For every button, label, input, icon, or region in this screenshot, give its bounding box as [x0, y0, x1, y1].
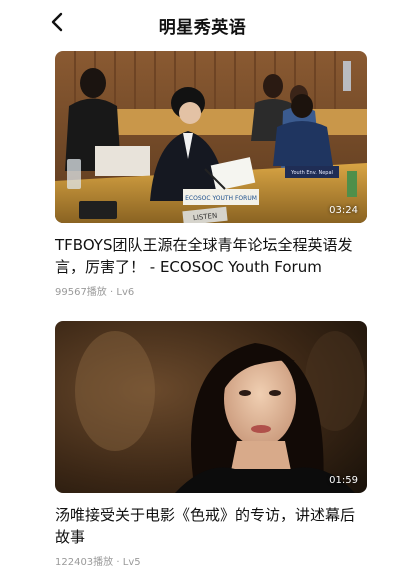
- view-count: 99567播放: [55, 287, 107, 298]
- video-title[interactable]: TFBOYS团队王源在全球青年论坛全程英语发言，厉害了！ - ECOSOC Yo…: [55, 234, 367, 278]
- video-meta: 99567播放 · Lv6: [55, 283, 367, 298]
- video-meta: 122403播放 · Lv5: [55, 553, 367, 568]
- uploader-level: Lv5: [122, 557, 141, 568]
- video-duration: 01:59: [329, 475, 358, 486]
- nameplate-text: Youth Env. Nepal: [290, 170, 333, 176]
- video-thumbnail[interactable]: ECOSOC YOUTH FORUM Youth Env. Nepal LIST…: [55, 51, 367, 223]
- video-thumbnail[interactable]: 01:59: [55, 321, 367, 493]
- video-title[interactable]: 汤唯接受关于电影《色戒》的专访，讲述幕后故事: [55, 504, 367, 548]
- meta-separator: ·: [116, 557, 120, 568]
- podium-sign-text: ECOSOC YOUTH FORUM: [185, 195, 257, 202]
- page-title: 明星秀英语: [158, 18, 247, 38]
- uploader-level: Lv6: [116, 287, 135, 298]
- video-duration: 03:24: [329, 205, 358, 216]
- thumbnail-image-forum: ECOSOC YOUTH FORUM Youth Env. Nepal LIST…: [55, 51, 367, 223]
- thumbnail-image-interview: [55, 321, 367, 493]
- video-card[interactable]: ECOSOC YOUTH FORUM Youth Env. Nepal LIST…: [55, 51, 367, 298]
- video-card[interactable]: 01:59 汤唯接受关于电影《色戒》的专访，讲述幕后故事 122403播放 · …: [55, 321, 367, 568]
- meta-separator: ·: [110, 287, 114, 298]
- top-bar: 明星秀英语: [0, 0, 405, 48]
- view-count: 122403播放: [55, 557, 114, 568]
